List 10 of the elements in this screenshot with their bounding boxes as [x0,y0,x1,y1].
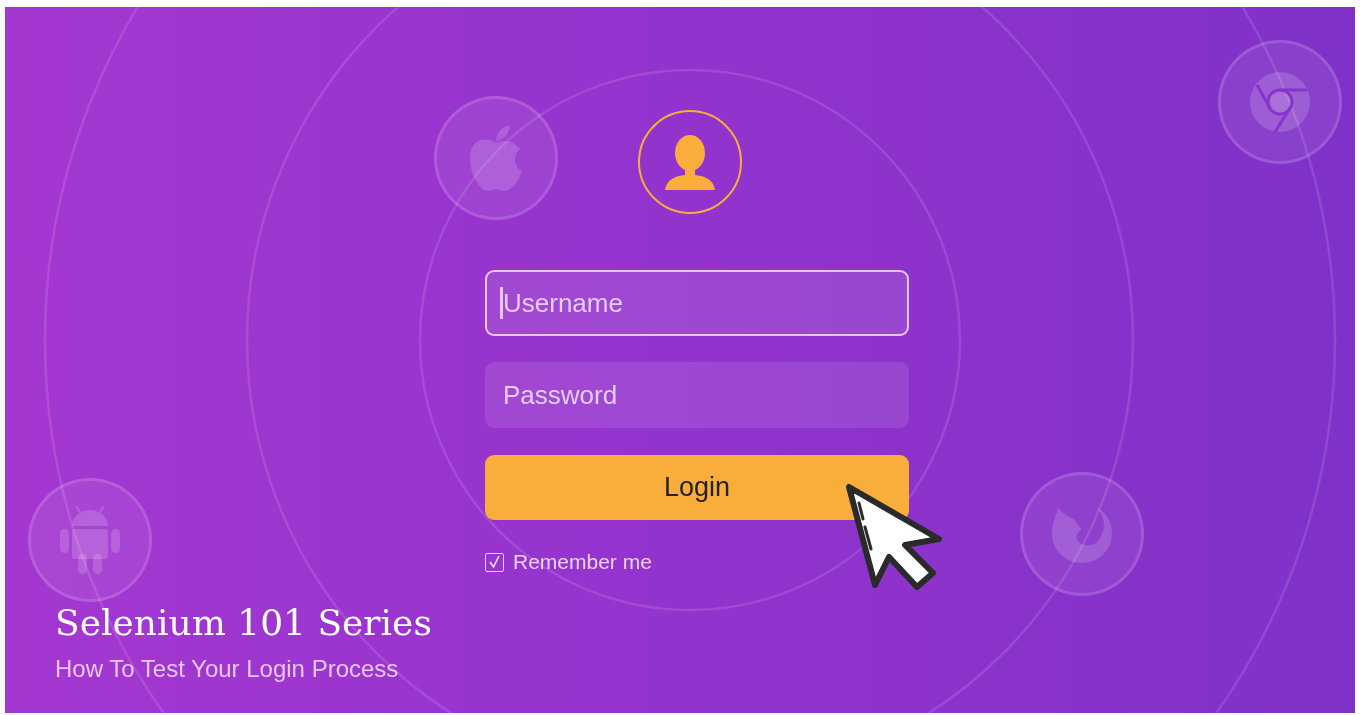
username-field[interactable]: Username [485,270,909,336]
remember-label: Remember me [513,550,652,574]
user-icon [665,134,715,190]
mouse-pointer-icon [845,483,945,593]
android-icon [58,504,122,576]
series-subtitle: How To Test Your Login Process [55,655,400,683]
series-title: Selenium 101 Series [55,602,433,643]
text-cursor [500,287,503,319]
remember-checkbox[interactable] [485,552,504,572]
login-button[interactable]: Login [485,455,909,520]
